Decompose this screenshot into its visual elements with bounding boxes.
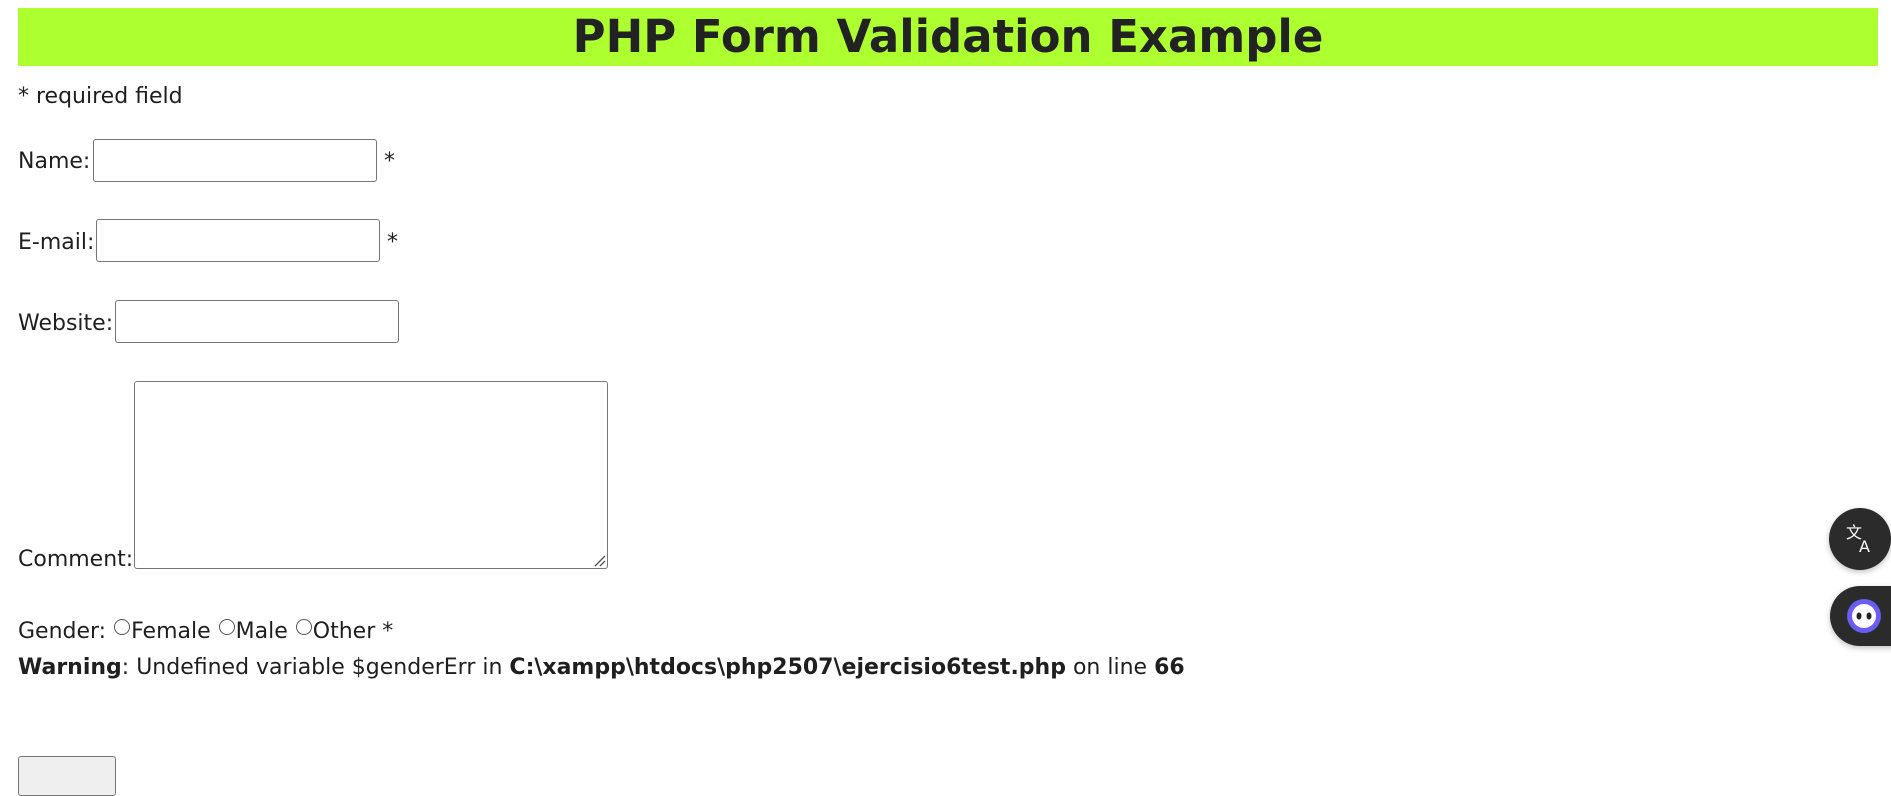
email-label: E-mail: <box>18 230 95 255</box>
email-input[interactable] <box>96 219 380 262</box>
required-note: * required field <box>18 84 183 109</box>
email-required-mark: * <box>387 230 398 255</box>
gender-option-male: Male <box>235 619 288 644</box>
comment-label: Comment: <box>18 547 134 572</box>
comment-textarea[interactable] <box>134 381 608 569</box>
resize-handle-icon[interactable] <box>592 553 606 567</box>
gender-radio-female[interactable] <box>114 619 131 635</box>
gender-radio-other[interactable] <box>295 619 312 635</box>
website-input[interactable] <box>115 300 399 343</box>
warning-on-line: on line <box>1065 655 1155 680</box>
translate-icon: 文 A <box>1846 523 1870 556</box>
gender-required-mark: * <box>382 619 394 644</box>
php-warning: Warning: Undefined variable $genderErr i… <box>18 655 1185 680</box>
gender-row: Gender: Female Male Other * <box>18 619 393 644</box>
gender-option-female: Female <box>131 619 211 644</box>
name-input[interactable] <box>93 139 377 182</box>
assistant-button[interactable] <box>1830 586 1891 646</box>
assistant-icon <box>1847 599 1881 633</box>
name-required-mark: * <box>384 149 395 174</box>
translate-button[interactable]: 文 A <box>1829 508 1891 570</box>
gender-radio-male[interactable] <box>218 619 235 635</box>
gender-option-other: Other <box>312 619 376 644</box>
warning-file: C:\xampp\htdocs\php2507\ejercisio6test.p… <box>509 655 1066 680</box>
submit-button[interactable] <box>18 756 116 796</box>
page-title: PHP Form Validation Example <box>572 10 1324 63</box>
gender-label: Gender: <box>18 619 107 644</box>
svg-text:A: A <box>1859 537 1870 556</box>
warning-line-number: 66 <box>1154 655 1185 680</box>
website-label: Website: <box>18 311 114 336</box>
warning-label: Warning <box>18 655 122 680</box>
page-header: PHP Form Validation Example <box>18 8 1878 66</box>
name-label: Name: <box>18 149 91 174</box>
warning-message: : Undefined variable $genderErr in <box>121 655 510 680</box>
